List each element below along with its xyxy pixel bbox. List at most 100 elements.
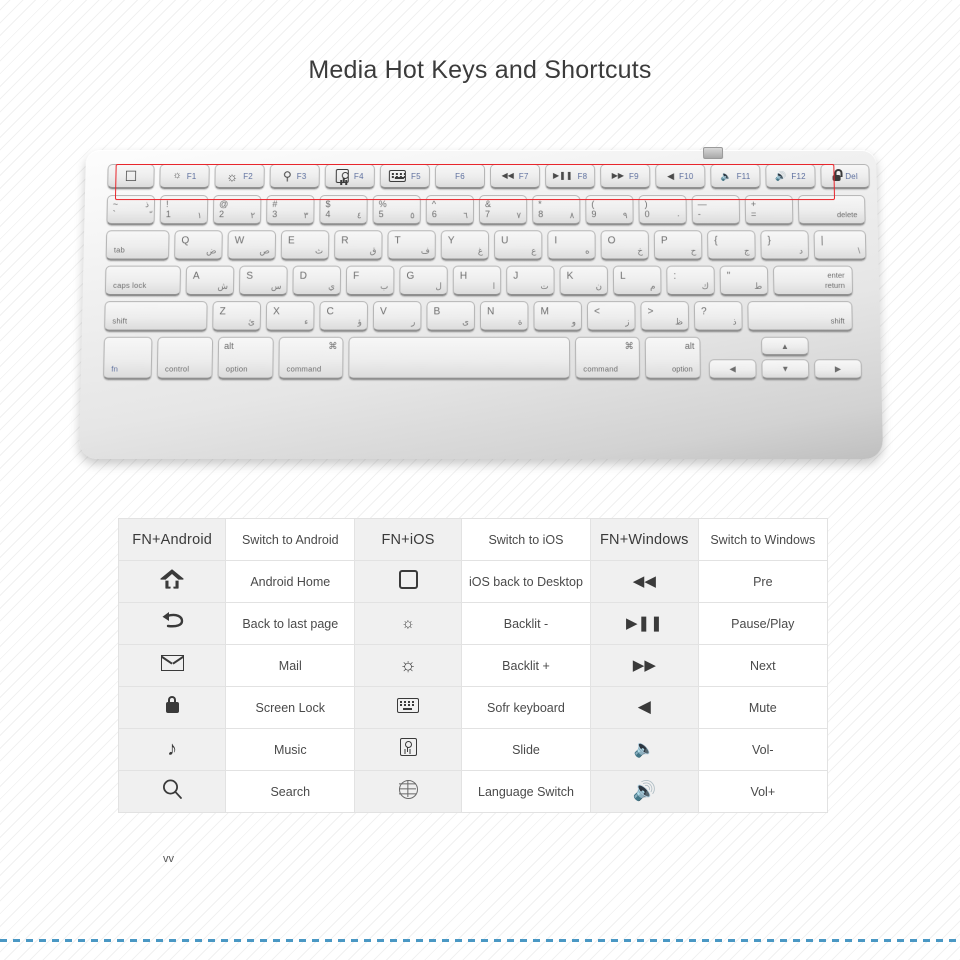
key-q[interactable]: Q ض [174, 230, 223, 261]
key-z[interactable]: Z ئ [212, 301, 262, 332]
key-4[interactable]: $ 4 ٤ [319, 195, 368, 226]
key-minus[interactable]: — - [691, 195, 741, 226]
key-delete[interactable]: delete [797, 195, 866, 226]
key-b[interactable]: B ى [426, 301, 475, 332]
key-u[interactable]: U ع [494, 230, 543, 261]
key-glyph-arabic: ر [411, 315, 416, 327]
key-option-right[interactable]: alt option [644, 336, 701, 380]
key-command-right[interactable]: ⌘ command [575, 336, 641, 380]
key-slash[interactable]: ? ذ [693, 301, 743, 332]
key-glyph-arabic: ٥ [410, 209, 415, 220]
key-d[interactable]: D ي [292, 265, 342, 297]
key-bracket-left[interactable]: { ج [707, 230, 756, 261]
key-h[interactable]: H ا [452, 265, 502, 297]
key-shift-left[interactable]: shift [104, 301, 208, 332]
key-x[interactable]: X ء [265, 301, 315, 332]
key-k[interactable]: K ن [559, 265, 609, 297]
key-t[interactable]: T ف [387, 230, 436, 261]
key-o[interactable]: O خ [600, 230, 650, 261]
key-f4[interactable]: F4 [324, 163, 375, 190]
key-1[interactable]: ! 1 ١ [159, 195, 209, 226]
key-6[interactable]: ^ 6 ٦ [425, 195, 474, 226]
keyboard-bottom-row: fn control alt option ⌘ command ⌘ comman… [103, 336, 865, 380]
key-f8[interactable]: ▶❚❚ F8 [545, 163, 596, 190]
key-v[interactable]: V ر [372, 301, 422, 332]
key-arrow-right[interactable]: ▶ [814, 359, 863, 380]
key-arrow-left[interactable]: ◀ [708, 359, 757, 380]
key-7[interactable]: & 7 ٧ [478, 195, 528, 226]
key-backtick[interactable]: ~ ذ ` ّ [106, 195, 156, 226]
key-space[interactable] [348, 336, 571, 380]
key-s[interactable]: S س [238, 265, 288, 297]
key-0[interactable]: ) 0 ٠ [638, 195, 687, 226]
keyboard-home-row: caps lock A ش S س D ي F ب G ل H ا J ت K … [104, 265, 863, 297]
key-y[interactable]: Y غ [440, 230, 490, 261]
key-r[interactable]: R ق [334, 230, 383, 261]
key-j[interactable]: J ت [506, 265, 555, 297]
key-control[interactable]: control [156, 336, 214, 380]
key-glyph-arabic: ن [595, 280, 602, 291]
key-backslash[interactable]: | \ [813, 230, 867, 261]
key-glyph: J [513, 270, 519, 282]
key-bracket-right[interactable]: } د [760, 230, 810, 261]
key-p[interactable]: P ح [653, 230, 703, 261]
key-equals[interactable]: + = [744, 195, 794, 226]
cell-label: Pre [697, 560, 829, 603]
key-arrow-down[interactable]: ▼ [761, 359, 810, 380]
key-glyph-arabic: ذ [732, 315, 737, 327]
cell-label: Screen Lock [225, 686, 356, 729]
key-a[interactable]: A ش [185, 265, 235, 297]
key-glyph: I [554, 235, 558, 247]
key-glyph: C [326, 306, 334, 318]
key-n[interactable]: N ة [479, 301, 529, 332]
key-l[interactable]: L م [612, 265, 662, 297]
key-label-return: return [825, 280, 845, 290]
key-f9[interactable]: ▶▶ F9 [600, 163, 651, 190]
key-del[interactable]: Del [820, 163, 870, 190]
key-quote[interactable]: " ط [719, 265, 769, 297]
key-f[interactable]: F ب [345, 265, 395, 297]
key-5[interactable]: % 5 ٥ [372, 195, 421, 226]
key-f2[interactable]: ☼ F2 [214, 163, 265, 190]
key-i[interactable]: I ه [547, 230, 596, 261]
key-f7[interactable]: ◀◀ F7 [490, 163, 541, 190]
key-f6[interactable]: F6 [434, 163, 486, 190]
key-glyph-arabic: ٤ [356, 209, 362, 220]
key-f5[interactable]: F5 [379, 163, 430, 190]
key-fn[interactable]: fn [103, 336, 153, 380]
brightness-down-icon: ☼ [401, 614, 415, 632]
key-shift-right[interactable]: shift [747, 301, 853, 332]
key-caps-lock[interactable]: caps lock [104, 265, 181, 297]
key-comma[interactable]: < ز [586, 301, 636, 332]
key-c[interactable]: C ؤ [319, 301, 369, 332]
key-label: caps lock [113, 280, 147, 290]
table-row: Android Home iOS back to Desktop ◀◀ Pre [117, 560, 829, 603]
cell-label: Mute [697, 686, 829, 729]
key-glyph: 5 [378, 209, 384, 220]
key-period[interactable]: > ظ [640, 301, 690, 332]
key-9[interactable]: ( 9 ٩ [585, 195, 634, 226]
key-f12[interactable]: 🔊 F12 [765, 163, 816, 190]
key-3[interactable]: # 3 ٣ [266, 195, 315, 226]
key-f3[interactable]: ⚲ F3 [269, 163, 320, 190]
key-f10[interactable]: ◀ F10 [655, 163, 706, 190]
key-option-left[interactable]: alt option [217, 336, 274, 380]
key-semicolon[interactable]: : ك [666, 265, 715, 297]
key-m[interactable]: M و [533, 301, 583, 332]
key-g[interactable]: G ل [399, 265, 448, 297]
key-tab[interactable]: tab [105, 230, 170, 261]
key-w[interactable]: W ص [227, 230, 277, 261]
key-label: F5 [411, 171, 421, 181]
key-glyph-arabic: ه [585, 244, 590, 255]
key-8[interactable]: * 8 ٨ [532, 195, 581, 226]
key-f11[interactable]: 🔈 F11 [710, 163, 761, 190]
key-enter-return[interactable]: enter return [772, 265, 854, 297]
key-2[interactable]: @ 2 ٢ [212, 195, 262, 226]
key-command-left[interactable]: ⌘ command [278, 336, 344, 380]
key-home-square[interactable]: ☐ [107, 163, 155, 190]
table-row: Mail ☼ Backlit + ▶▶ Next [117, 644, 829, 687]
key-e[interactable]: E ث [280, 230, 330, 261]
key-arrow-up[interactable]: ▲ [761, 336, 809, 357]
key-f1[interactable]: ☼ F1 [159, 163, 210, 190]
key-glyph: 3 [272, 209, 278, 220]
